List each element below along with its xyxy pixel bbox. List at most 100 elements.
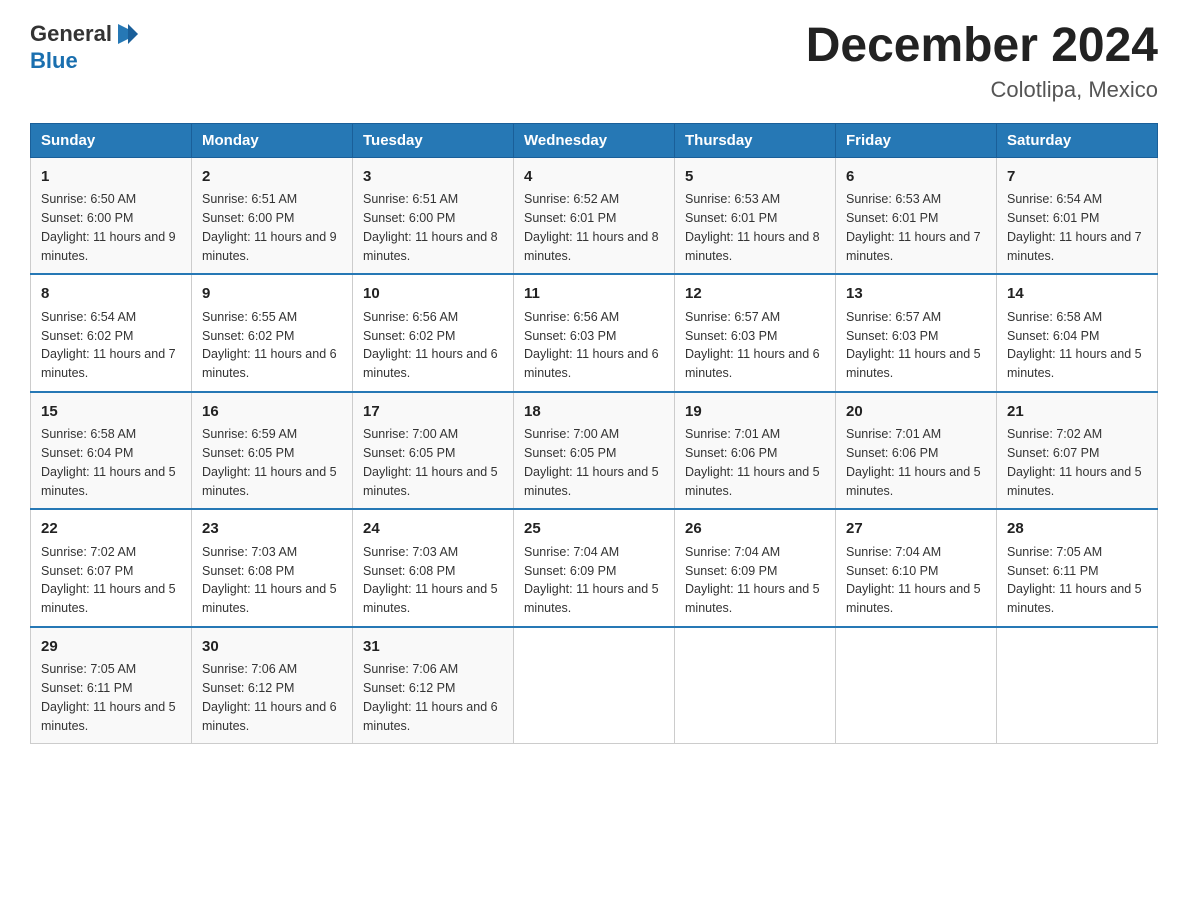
calendar-week-row: 29Sunrise: 7:05 AMSunset: 6:11 PMDayligh…	[31, 627, 1158, 744]
month-title: December 2024	[806, 20, 1158, 73]
page-header: General Blue December 2024 Colotlipa, Me…	[30, 20, 1158, 103]
calendar-day-cell: 20Sunrise: 7:01 AMSunset: 6:06 PMDayligh…	[836, 392, 997, 510]
weekday-header-row: SundayMondayTuesdayWednesdayThursdayFrid…	[31, 123, 1158, 157]
day-number: 27	[846, 518, 986, 541]
day-number: 22	[41, 518, 181, 541]
day-info: Sunrise: 7:04 AMSunset: 6:10 PMDaylight:…	[846, 545, 981, 615]
day-number: 30	[202, 636, 342, 659]
calendar-day-cell: 14Sunrise: 6:58 AMSunset: 6:04 PMDayligh…	[997, 274, 1158, 392]
day-info: Sunrise: 6:51 AMSunset: 6:00 PMDaylight:…	[202, 192, 337, 262]
calendar-day-cell	[997, 627, 1158, 744]
day-info: Sunrise: 7:04 AMSunset: 6:09 PMDaylight:…	[524, 545, 659, 615]
day-number: 4	[524, 166, 664, 189]
day-number: 18	[524, 401, 664, 424]
day-number: 1	[41, 166, 181, 189]
location-title: Colotlipa, Mexico	[806, 77, 1158, 103]
day-number: 13	[846, 283, 986, 306]
day-number: 10	[363, 283, 503, 306]
calendar-day-cell: 25 Sunrise: 7:04 AMSunset: 6:09 PMDayligh…	[514, 509, 675, 627]
day-number: 9	[202, 283, 342, 306]
calendar-day-cell: 18 Sunrise: 7:00 AMSunset: 6:05 PMDayligh…	[514, 392, 675, 510]
day-number: 12	[685, 283, 825, 306]
day-info: Sunrise: 6:50 AMSunset: 6:00 PMDaylight:…	[41, 192, 176, 262]
calendar-day-cell: 23 Sunrise: 7:03 AMSunset: 6:08 PMDayligh…	[192, 509, 353, 627]
day-info: Sunrise: 7:03 AMSunset: 6:08 PMDaylight:…	[202, 545, 337, 615]
weekday-header-tuesday: Tuesday	[353, 123, 514, 157]
day-number: 17	[363, 401, 503, 424]
calendar-day-cell: 9 Sunrise: 6:55 AMSunset: 6:02 PMDaylight…	[192, 274, 353, 392]
calendar-week-row: 15 Sunrise: 6:58 AMSunset: 6:04 PMDayligh…	[31, 392, 1158, 510]
calendar-day-cell: 3 Sunrise: 6:51 AMSunset: 6:00 PMDaylight…	[353, 157, 514, 274]
day-number: 24	[363, 518, 503, 541]
calendar-day-cell: 13 Sunrise: 6:57 AMSunset: 6:03 PMDayligh…	[836, 274, 997, 392]
day-number: 28	[1007, 518, 1147, 541]
weekday-header-wednesday: Wednesday	[514, 123, 675, 157]
day-info: Sunrise: 6:53 AMSunset: 6:01 PMDaylight:…	[846, 192, 981, 262]
calendar-day-cell: 24 Sunrise: 7:03 AMSunset: 6:08 PMDayligh…	[353, 509, 514, 627]
day-info: Sunrise: 7:06 AMSunset: 6:12 PMDaylight:…	[202, 662, 337, 732]
calendar-day-cell	[836, 627, 997, 744]
calendar-day-cell: 15 Sunrise: 6:58 AMSunset: 6:04 PMDayligh…	[31, 392, 192, 510]
calendar-day-cell: 6 Sunrise: 6:53 AMSunset: 6:01 PMDaylight…	[836, 157, 997, 274]
logo: General Blue	[30, 20, 142, 74]
calendar-day-cell: 26 Sunrise: 7:04 AMSunset: 6:09 PMDayligh…	[675, 509, 836, 627]
day-info: Sunrise: 6:55 AMSunset: 6:02 PMDaylight:…	[202, 310, 337, 380]
calendar-week-row: 1 Sunrise: 6:50 AMSunset: 6:00 PMDaylight…	[31, 157, 1158, 274]
weekday-header-sunday: Sunday	[31, 123, 192, 157]
day-info: Sunrise: 6:58 AMSunset: 6:04 PMDaylight:…	[41, 427, 176, 497]
calendar-day-cell: 5 Sunrise: 6:53 AMSunset: 6:01 PMDaylight…	[675, 157, 836, 274]
day-info: Sunrise: 6:54 AMSunset: 6:01 PMDaylight:…	[1007, 192, 1142, 262]
day-info: Sunrise: 7:05 AMSunset: 6:11 PMDaylight:…	[1007, 545, 1142, 615]
weekday-header-saturday: Saturday	[997, 123, 1158, 157]
day-info: Sunrise: 7:00 AMSunset: 6:05 PMDaylight:…	[363, 427, 498, 497]
day-info: Sunrise: 7:02 AMSunset: 6:07 PMDaylight:…	[41, 545, 176, 615]
day-number: 16	[202, 401, 342, 424]
day-info: Sunrise: 7:04 AMSunset: 6:09 PMDaylight:…	[685, 545, 820, 615]
day-number: 2	[202, 166, 342, 189]
calendar-day-cell: 27 Sunrise: 7:04 AMSunset: 6:10 PMDayligh…	[836, 509, 997, 627]
day-info: Sunrise: 6:56 AMSunset: 6:02 PMDaylight:…	[363, 310, 498, 380]
weekday-header-friday: Friday	[836, 123, 997, 157]
calendar-day-cell: 19Sunrise: 7:01 AMSunset: 6:06 PMDayligh…	[675, 392, 836, 510]
day-number: 11	[524, 283, 664, 306]
logo-text-general: General	[30, 21, 112, 47]
calendar-day-cell: 31Sunrise: 7:06 AMSunset: 6:12 PMDayligh…	[353, 627, 514, 744]
day-number: 3	[363, 166, 503, 189]
logo-text-blue: Blue	[30, 48, 78, 73]
calendar-day-cell: 29Sunrise: 7:05 AMSunset: 6:11 PMDayligh…	[31, 627, 192, 744]
day-number: 31	[363, 636, 503, 659]
day-info: Sunrise: 7:01 AMSunset: 6:06 PMDaylight:…	[685, 427, 820, 497]
calendar-day-cell: 28 Sunrise: 7:05 AMSunset: 6:11 PMDayligh…	[997, 509, 1158, 627]
day-info: Sunrise: 6:51 AMSunset: 6:00 PMDaylight:…	[363, 192, 498, 262]
day-info: Sunrise: 6:57 AMSunset: 6:03 PMDaylight:…	[846, 310, 981, 380]
calendar-day-cell	[514, 627, 675, 744]
title-block: December 2024 Colotlipa, Mexico	[806, 20, 1158, 103]
calendar-day-cell: 30 Sunrise: 7:06 AMSunset: 6:12 PMDayligh…	[192, 627, 353, 744]
day-number: 8	[41, 283, 181, 306]
day-info: Sunrise: 6:59 AMSunset: 6:05 PMDaylight:…	[202, 427, 337, 497]
day-info: Sunrise: 7:05 AMSunset: 6:11 PMDaylight:…	[41, 662, 176, 732]
day-info: Sunrise: 7:00 AMSunset: 6:05 PMDaylight:…	[524, 427, 659, 497]
day-number: 6	[846, 166, 986, 189]
calendar-table: SundayMondayTuesdayWednesdayThursdayFrid…	[30, 123, 1158, 745]
day-number: 25	[524, 518, 664, 541]
day-number: 23	[202, 518, 342, 541]
day-info: Sunrise: 7:03 AMSunset: 6:08 PMDaylight:…	[363, 545, 498, 615]
calendar-day-cell: 17 Sunrise: 7:00 AMSunset: 6:05 PMDayligh…	[353, 392, 514, 510]
calendar-day-cell: 22 Sunrise: 7:02 AMSunset: 6:07 PMDayligh…	[31, 509, 192, 627]
calendar-day-cell: 12 Sunrise: 6:57 AMSunset: 6:03 PMDayligh…	[675, 274, 836, 392]
calendar-day-cell: 11Sunrise: 6:56 AMSunset: 6:03 PMDayligh…	[514, 274, 675, 392]
day-number: 26	[685, 518, 825, 541]
day-number: 15	[41, 401, 181, 424]
calendar-day-cell: 10 Sunrise: 6:56 AMSunset: 6:02 PMDayligh…	[353, 274, 514, 392]
day-number: 7	[1007, 166, 1147, 189]
day-info: Sunrise: 6:57 AMSunset: 6:03 PMDaylight:…	[685, 310, 820, 380]
calendar-day-cell: 16 Sunrise: 6:59 AMSunset: 6:05 PMDayligh…	[192, 392, 353, 510]
day-number: 14	[1007, 283, 1147, 306]
calendar-day-cell	[675, 627, 836, 744]
day-number: 5	[685, 166, 825, 189]
day-info: Sunrise: 6:54 AMSunset: 6:02 PMDaylight:…	[41, 310, 176, 380]
day-info: Sunrise: 7:02 AMSunset: 6:07 PMDaylight:…	[1007, 427, 1142, 497]
day-info: Sunrise: 6:53 AMSunset: 6:01 PMDaylight:…	[685, 192, 820, 262]
calendar-day-cell: 8 Sunrise: 6:54 AMSunset: 6:02 PMDaylight…	[31, 274, 192, 392]
